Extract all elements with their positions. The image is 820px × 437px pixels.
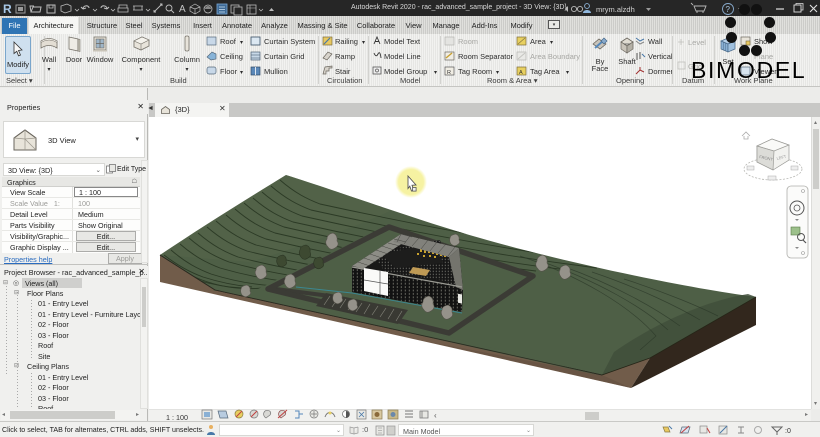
svg-text:Area Boundary: Area Boundary [530, 52, 580, 61]
svg-text:▾: ▾ [550, 40, 553, 46]
svg-text:Curtain Grid: Curtain Grid [264, 52, 304, 61]
svg-text:Stair: Stair [335, 67, 351, 76]
svg-text:▾: ▾ [240, 40, 243, 46]
svg-text:Room: Room [458, 37, 478, 46]
svg-text:▾: ▾ [362, 40, 365, 46]
svg-text::0: :0 [785, 428, 791, 435]
svg-text:‹: ‹ [434, 411, 437, 420]
svg-text:Floor: Floor [220, 67, 238, 76]
svg-text:Ceiling: Ceiling [220, 52, 243, 61]
svg-text:▾: ▾ [434, 70, 437, 76]
svg-text:Ramp: Ramp [335, 52, 355, 61]
svg-text:Dormer: Dormer [648, 67, 674, 76]
svg-text:R: R [447, 70, 451, 76]
svg-text:Mullion: Mullion [264, 67, 288, 76]
svg-text:A: A [179, 4, 186, 15]
svg-text:?: ? [726, 5, 731, 14]
svg-text:▾: ▾ [240, 70, 243, 76]
svg-text:mrym.alzdh: mrym.alzdh [596, 5, 635, 14]
svg-text:Railing: Railing [335, 37, 358, 46]
svg-text:Tag Room: Tag Room [458, 67, 492, 76]
svg-text:Wall: Wall [648, 37, 663, 46]
svg-text:Vertical: Vertical [648, 52, 673, 61]
svg-text:R: R [3, 2, 12, 16]
svg-text:Model Line: Model Line [384, 52, 421, 61]
svg-text:Area: Area [530, 37, 547, 46]
svg-text:Model Text: Model Text [384, 37, 421, 46]
svg-text:Level: Level [688, 38, 706, 47]
svg-text:Model Group: Model Group [384, 67, 427, 76]
svg-text:▾: ▾ [566, 70, 569, 76]
svg-text:Curtain System: Curtain System [264, 37, 315, 46]
svg-text:Tag Area: Tag Area [530, 67, 560, 76]
svg-text:Room Separator: Room Separator [458, 52, 514, 61]
svg-text:Roof: Roof [220, 37, 237, 46]
